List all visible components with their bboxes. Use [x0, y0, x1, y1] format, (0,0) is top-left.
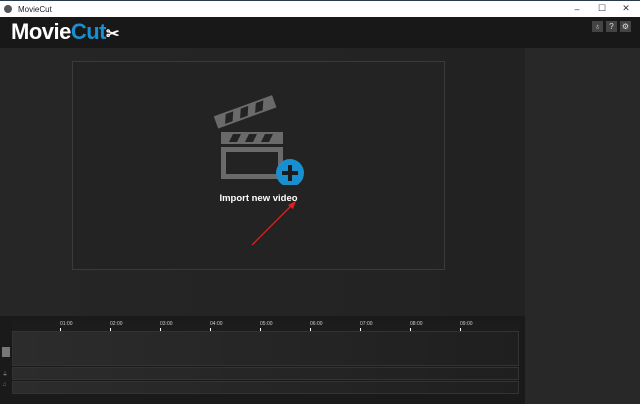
- app-header: MovieCut✂ ♁ ? ⚙: [0, 17, 640, 48]
- side-panel: [525, 48, 640, 404]
- tick-label: 06:00: [310, 321, 323, 327]
- help-icon: ?: [609, 22, 614, 31]
- timeline-tick: 08:00: [410, 321, 423, 331]
- timeline-tick: 02:00: [110, 321, 123, 331]
- import-drop-zone[interactable]: Import new video: [72, 61, 445, 270]
- audio-track[interactable]: [12, 367, 519, 380]
- minimize-button[interactable]: –: [563, 0, 591, 17]
- music-track[interactable]: [12, 381, 519, 394]
- settings-button[interactable]: ⚙: [620, 21, 631, 32]
- app-icon: [4, 5, 12, 13]
- logo-text: Movie: [11, 19, 71, 44]
- close-button[interactable]: ✕: [612, 0, 640, 17]
- film-icon: [2, 347, 10, 357]
- tick-label: 01:00: [60, 321, 73, 327]
- tick-label: 02:00: [110, 321, 123, 327]
- scissors-icon: ✂: [106, 26, 119, 43]
- lightbulb-button[interactable]: ♁: [592, 21, 603, 32]
- tick-label: 07:00: [360, 321, 373, 327]
- logo-accent: Cut: [70, 19, 107, 44]
- tick-label: 03:00: [160, 321, 173, 327]
- tick-label: 08:00: [410, 321, 423, 327]
- timeline-tick: 04:00: [210, 321, 223, 331]
- window-title: MovieCut: [18, 4, 52, 14]
- microphone-icon: ⏚: [2, 372, 9, 378]
- tick-label: 04:00: [210, 321, 223, 327]
- timeline-tick: 07:00: [360, 321, 373, 331]
- timeline-tick: 05:00: [260, 321, 273, 331]
- clapperboard-icon: [213, 95, 304, 185]
- tick-label: 05:00: [260, 321, 273, 327]
- timeline-tick: 03:00: [160, 321, 173, 331]
- arrow-annotation: [251, 201, 296, 246]
- help-button[interactable]: ?: [606, 21, 617, 32]
- timeline-tick: 01:00: [60, 321, 73, 331]
- music-note-icon: ♫: [2, 382, 7, 388]
- gear-icon: ⚙: [621, 22, 630, 31]
- video-track[interactable]: [12, 331, 519, 366]
- lightbulb-icon: ♁: [594, 22, 601, 31]
- timeline-tick: 06:00: [310, 321, 323, 331]
- logo: MovieCut✂: [11, 19, 119, 45]
- timeline-tick: 09:00: [460, 321, 473, 331]
- title-bar: MovieCut: [0, 0, 640, 17]
- tick-label: 09:00: [460, 321, 473, 327]
